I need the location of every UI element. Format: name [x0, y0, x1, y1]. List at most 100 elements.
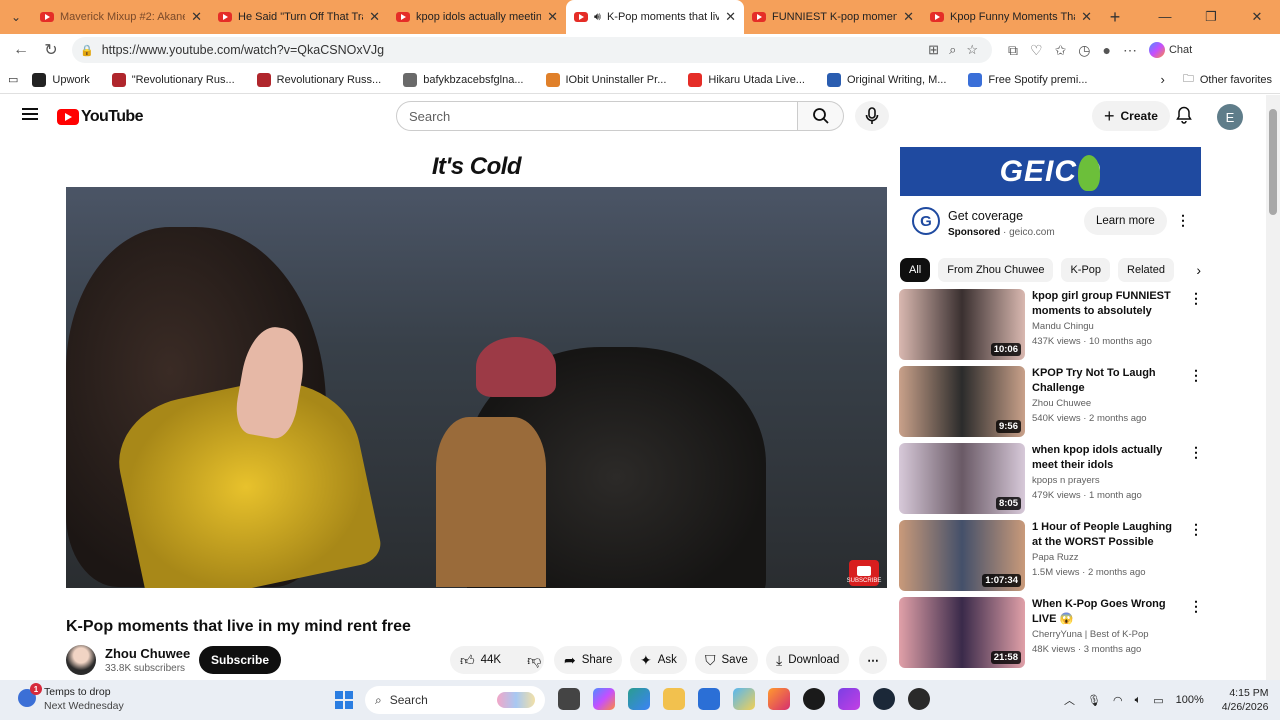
subscribe-button[interactable]: Subscribe: [199, 646, 282, 674]
browser-tab[interactable]: 🔊︎ K-Pop moments that live ✕: [566, 0, 744, 34]
bookmark-item[interactable]: Upwork: [32, 72, 90, 87]
recommended-title[interactable]: KPOP Try Not To Laugh Challenge: [1032, 366, 1182, 396]
bookmark-item[interactable]: IObit Uninstaller Pr...: [545, 72, 666, 87]
apps-icon[interactable]: ⊞: [928, 42, 939, 58]
search-button[interactable]: [798, 101, 844, 131]
search-input[interactable]: Search: [396, 101, 798, 131]
close-tab-icon[interactable]: ✕: [725, 9, 736, 25]
filter-chip[interactable]: Related: [1118, 258, 1174, 282]
recommended-title[interactable]: when kpop idols actually meet their idol…: [1032, 443, 1182, 473]
back-icon[interactable]: ←: [6, 41, 36, 59]
video-options-icon[interactable]: ⋮: [1189, 599, 1203, 613]
site-info-icon[interactable]: 🔒: [80, 44, 94, 57]
chevron-right-icon[interactable]: ›: [1196, 262, 1201, 278]
wifi-icon[interactable]: ◠: [1113, 694, 1123, 707]
bookmark-item[interactable]: bafykbzacebsfglna...: [403, 72, 524, 87]
weather-widget[interactable]: 1 Temps to drop Next Wednesday: [18, 683, 124, 713]
video-options-icon[interactable]: ⋮: [1189, 368, 1203, 382]
history-icon[interactable]: ◷: [1078, 42, 1090, 59]
recommended-video[interactable]: 8:05 when kpop idols actually meet their …: [899, 443, 1203, 515]
bookmarks-overflow-icon[interactable]: ›: [1161, 72, 1165, 87]
audio-playing-icon[interactable]: 🔊︎: [594, 11, 601, 24]
subscribe-watermark-icon[interactable]: SUBSCRIBE: [847, 560, 881, 586]
ad-title[interactable]: Get coverage: [948, 209, 1023, 223]
recommended-channel[interactable]: kpops n prayers: [1032, 475, 1100, 486]
other-favorites[interactable]: 🗀 Other favorites: [1183, 70, 1272, 89]
video-thumbnail[interactable]: 21:58: [899, 597, 1025, 668]
recommended-channel[interactable]: CherryYuna | Best of K-Pop: [1032, 629, 1149, 640]
video-options-icon[interactable]: ⋮: [1189, 291, 1203, 305]
video-options-icon[interactable]: ⋮: [1189, 445, 1203, 459]
video-player[interactable]: SUBSCRIBE: [66, 187, 887, 588]
profile-icon[interactable]: ●: [1103, 42, 1111, 58]
close-tab-icon[interactable]: ✕: [547, 9, 558, 25]
video-options-icon[interactable]: ⋮: [1189, 522, 1203, 536]
zoom-icon[interactable]: ⌕: [949, 42, 956, 58]
maximize-icon[interactable]: ❐: [1188, 9, 1234, 25]
browser-tab[interactable]: kpop idols actually meeting t ✕: [388, 0, 566, 34]
recommended-channel[interactable]: Mandu Chingu: [1032, 321, 1094, 332]
microphone-icon[interactable]: 🎙︎: [1087, 694, 1101, 707]
browser-tab[interactable]: Kpop Funny Moments That H ✕: [922, 0, 1100, 34]
channel-avatar[interactable]: [66, 645, 96, 675]
windows-start-icon[interactable]: [335, 691, 353, 709]
refresh-icon[interactable]: ↻: [36, 40, 66, 60]
filter-chip[interactable]: K-Pop: [1061, 258, 1111, 282]
copilot-chat-button[interactable]: Chat: [1148, 42, 1192, 58]
more-actions-button[interactable]: ⋯: [859, 646, 887, 674]
bookmarks-toggle-icon[interactable]: ▭: [8, 73, 18, 86]
youtube-logo[interactable]: YouTube: [57, 108, 143, 126]
copilot-app-icon[interactable]: [593, 688, 615, 710]
photos-icon[interactable]: [733, 688, 755, 710]
recommended-channel[interactable]: Zhou Chuwee: [1032, 398, 1091, 409]
upwork-app-icon[interactable]: [803, 688, 825, 710]
minimize-icon[interactable]: —: [1142, 9, 1188, 25]
steam-icon[interactable]: [873, 688, 895, 710]
bookmark-item[interactable]: Revolutionary Russ...: [256, 72, 381, 87]
ad-more-icon[interactable]: ⋮: [1176, 213, 1190, 227]
filter-chip[interactable]: All: [900, 258, 931, 282]
file-explorer-icon[interactable]: [663, 688, 685, 710]
tab-actions-menu-icon[interactable]: ⌄: [0, 0, 32, 34]
page-scrollbar[interactable]: [1266, 95, 1280, 680]
like-button[interactable]: 👍︎ 44K: [460, 652, 501, 669]
battery-icon[interactable]: ▭: [1153, 694, 1163, 707]
close-tab-icon[interactable]: ✕: [903, 9, 914, 25]
video-thumbnail[interactable]: 8:05: [899, 443, 1025, 514]
close-window-icon[interactable]: ✕: [1234, 9, 1280, 25]
video-thumbnail[interactable]: 9:56: [899, 366, 1025, 437]
clock[interactable]: 4:15 PM 4/26/2026: [1222, 686, 1269, 714]
channel-name[interactable]: Zhou Chuwee: [105, 646, 190, 661]
browser-tab[interactable]: FUNNIEST K-pop moments E ✕: [744, 0, 922, 34]
bookmark-item[interactable]: Free Spotify premi...: [968, 72, 1087, 87]
new-tab-button[interactable]: +: [1100, 7, 1130, 28]
recommended-title[interactable]: 1 Hour of People Laughing at the WORST P…: [1032, 520, 1182, 550]
menu-icon[interactable]: [22, 108, 38, 120]
recommended-title[interactable]: kpop girl group FUNNIEST moments to abso…: [1032, 289, 1182, 319]
recommended-video[interactable]: 10:06 kpop girl group FUNNIEST moments to…: [899, 289, 1203, 361]
advertiser-logo[interactable]: G: [912, 207, 940, 235]
scrollbar-thumb[interactable]: [1269, 109, 1277, 215]
task-view-icon[interactable]: [558, 688, 580, 710]
notifications-bell-icon[interactable]: [1176, 106, 1192, 129]
account-avatar[interactable]: E: [1217, 104, 1243, 130]
recommended-video[interactable]: 9:56 KPOP Try Not To Laugh Challenge Zhou …: [899, 366, 1203, 438]
close-tab-icon[interactable]: ✕: [369, 9, 380, 25]
ad-banner[interactable]: GEICO: [900, 147, 1201, 196]
affinity-icon[interactable]: [838, 688, 860, 710]
close-tab-icon[interactable]: ✕: [191, 9, 202, 25]
filter-chip[interactable]: From Zhou Chuwee: [938, 258, 1054, 282]
taskbar-search[interactable]: ⌕ Search: [365, 686, 545, 714]
show-hidden-icons-chevron-icon[interactable]: ︿: [1064, 692, 1075, 708]
edge-icon[interactable]: [628, 688, 650, 710]
favorite-star-icon[interactable]: ☆: [966, 42, 978, 58]
video-thumbnail[interactable]: 10:06: [899, 289, 1025, 360]
recommended-video[interactable]: 21:58 When K-Pop Goes Wrong LIVE 😱 CherryY…: [899, 597, 1203, 669]
firefox-icon[interactable]: [768, 688, 790, 710]
favorites-icon[interactable]: ✩: [1055, 42, 1067, 59]
close-tab-icon[interactable]: ✕: [1081, 9, 1092, 25]
app-icon[interactable]: [908, 688, 930, 710]
dislike-button[interactable]: 👎︎: [519, 652, 549, 669]
browser-essentials-icon[interactable]: ♡: [1030, 42, 1043, 59]
bookmark-item[interactable]: "Revolutionary Rus...: [111, 72, 235, 87]
